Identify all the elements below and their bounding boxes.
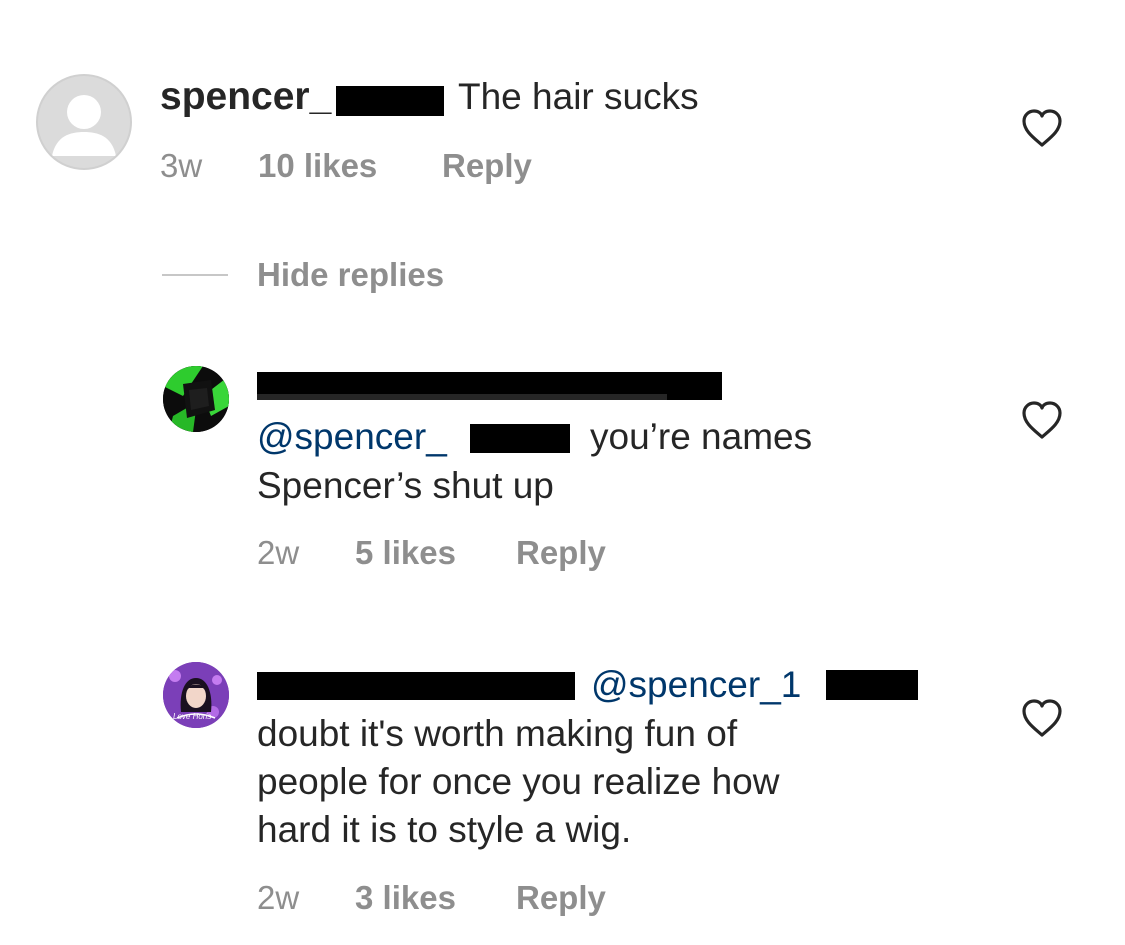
redaction-bar [336,86,444,116]
user-avatar[interactable]: Love Horis [163,662,229,728]
hide-replies-button[interactable]: Hide replies [257,256,444,294]
heart-icon[interactable] [1020,400,1064,440]
avatar-badge-text: Love Horis [173,712,212,721]
heart-icon[interactable] [1020,698,1064,738]
reply-timestamp: 2w [257,534,300,571]
redaction-bar [470,424,570,453]
redacted-username [257,672,575,700]
redaction-bar [826,670,918,700]
replies-divider [162,274,228,276]
comment-username[interactable]: spencer_ [160,75,331,119]
reply-text-line: hard it is to style a wig. [257,809,632,850]
reply-text-line: Spencer’s shut up [257,465,554,506]
comment-reply-button[interactable]: Reply [442,147,532,185]
reply-likes-count[interactable]: 5 likes [355,534,456,572]
default-avatar-icon[interactable] [36,74,132,170]
user-avatar[interactable] [163,366,229,432]
reply-likes-count[interactable]: 3 likes [355,879,456,917]
reply-mention[interactable]: @spencer_ [257,412,447,461]
heart-icon[interactable] [1020,108,1064,148]
reply-text-line: you’re names [590,416,813,457]
reply-text-line: people for once you realize how [257,761,780,802]
reply-text-line: doubt it's worth making fun of [257,713,738,754]
reply-timestamp: 2w [257,879,300,916]
reply-reply-button[interactable]: Reply [516,879,606,917]
comment-text: The hair sucks [458,76,699,117]
reply-mention[interactable]: @spencer_1 [591,660,801,709]
reply-reply-button[interactable]: Reply [516,534,606,572]
comment-timestamp: 3w [160,147,203,184]
comment-likes-count[interactable]: 10 likes [258,147,377,185]
redacted-username-underline [257,394,667,400]
